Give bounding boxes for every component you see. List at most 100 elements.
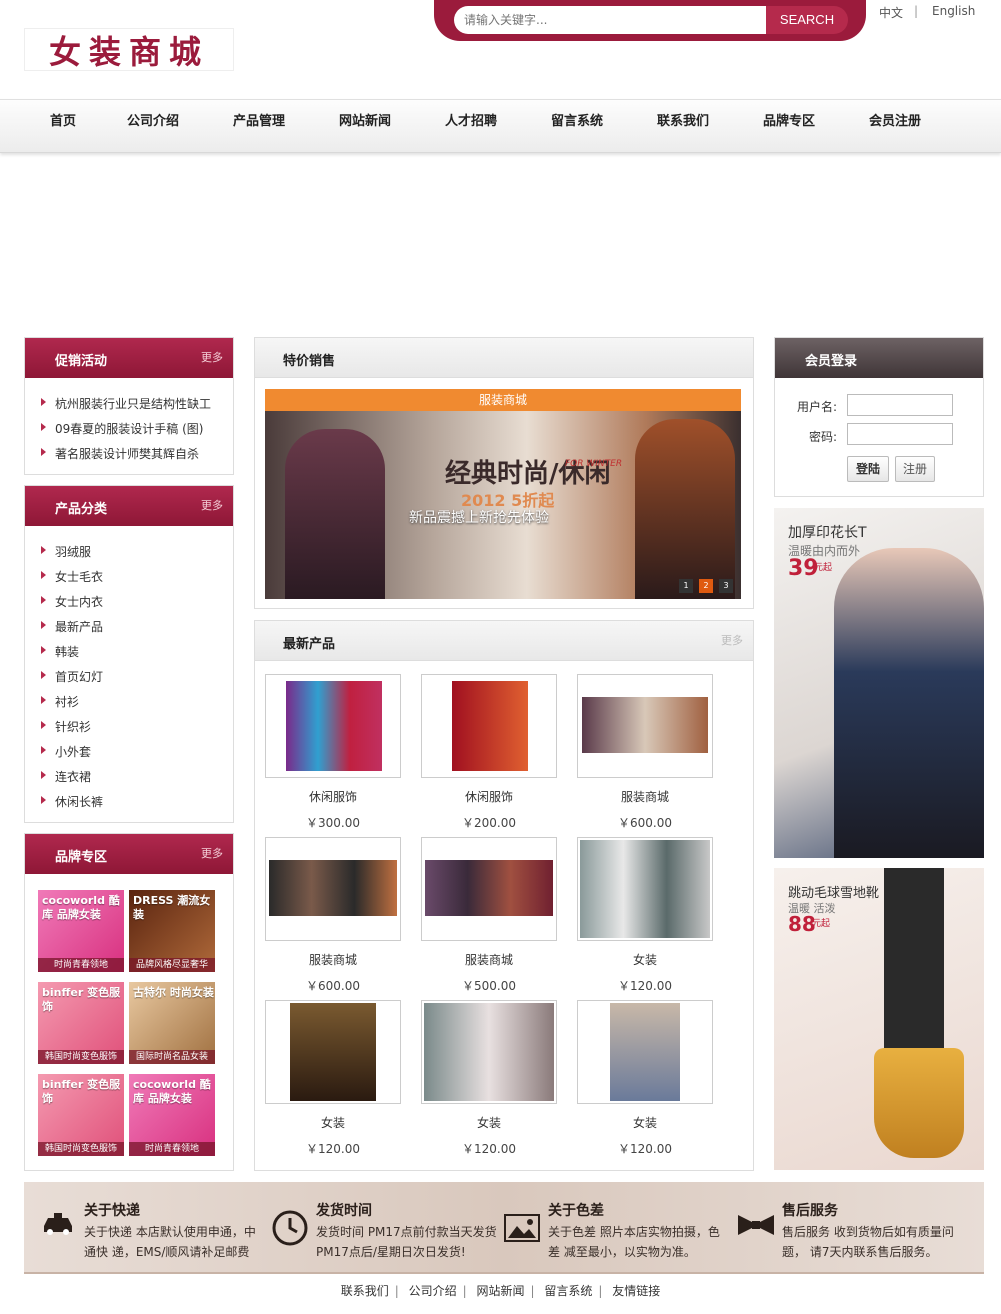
- brand-tile[interactable]: binffer 变色服饰 韩国时尚变色服饰: [38, 982, 124, 1064]
- category-item[interactable]: 韩装: [40, 643, 79, 660]
- product-card[interactable]: 女装 ￥120.00: [265, 1000, 401, 1157]
- banner-page-2[interactable]: 2: [699, 579, 713, 593]
- username-input[interactable]: [847, 394, 953, 416]
- footer-link-news[interactable]: 网站新闻: [476, 1284, 524, 1298]
- ad-banner-tshirt[interactable]: 加厚印花长T 温暖由内而外 39 元起: [774, 508, 984, 858]
- banner-tag: FOR WINTER: [565, 459, 623, 469]
- category-panel: 产品分类 更多 羽绒服 女士毛衣 女士内衣 最新产品 韩装 首页幻灯 衬衫 针织…: [24, 485, 234, 823]
- product-card[interactable]: 休闲服饰 ￥300.00: [265, 674, 401, 831]
- product-image[interactable]: [421, 1000, 557, 1104]
- promo-item[interactable]: 09春夏的服装设计手稿 (图): [40, 420, 203, 437]
- product-card[interactable]: 女装 ￥120.00: [577, 837, 713, 994]
- category-title: 产品分类: [55, 502, 108, 517]
- product-card[interactable]: 女装 ￥120.00: [421, 1000, 557, 1157]
- latest-more-link[interactable]: 更多: [721, 632, 743, 648]
- product-card[interactable]: 服装商城 ￥500.00: [421, 837, 557, 994]
- product-image[interactable]: [577, 1000, 713, 1104]
- category-item[interactable]: 女士毛衣: [40, 568, 103, 585]
- product-card[interactable]: 女装 ￥120.00: [577, 1000, 713, 1157]
- product-name[interactable]: 女装: [421, 1114, 557, 1131]
- nav-register[interactable]: 会员注册: [869, 100, 921, 154]
- product-card[interactable]: 休闲服饰 ￥200.00: [421, 674, 557, 831]
- service-desc: 发货时间 PM17点前付款当天发货 PM17点后/星期日次日发货!: [316, 1225, 497, 1259]
- product-image[interactable]: [577, 674, 713, 778]
- product-image[interactable]: [265, 837, 401, 941]
- nav-about[interactable]: 公司介绍: [127, 100, 179, 154]
- login-button[interactable]: 登陆: [847, 456, 889, 482]
- ad-banner-boots[interactable]: 跳动毛球雪地靴 温暖 活泼 88 元起: [774, 868, 984, 1170]
- product-name[interactable]: 服装商城: [265, 951, 401, 968]
- banner-page-3[interactable]: 3: [719, 579, 733, 593]
- brand-tile[interactable]: cocoworld 酷库 品牌女装 时尚青春领地: [38, 890, 124, 972]
- product-name[interactable]: 休闲服饰: [265, 788, 401, 805]
- product-image[interactable]: [577, 837, 713, 941]
- product-name[interactable]: 服装商城: [577, 788, 713, 805]
- password-input[interactable]: [847, 423, 953, 445]
- product-card[interactable]: 服装商城 ￥600.00: [265, 837, 401, 994]
- ad-boot: [874, 1048, 964, 1158]
- product-price: ￥300.00: [306, 816, 360, 830]
- search-input[interactable]: [454, 6, 766, 34]
- login-header: 会员登录: [775, 338, 983, 378]
- lang-english-link[interactable]: English: [932, 4, 975, 18]
- product-name[interactable]: 服装商城: [421, 951, 557, 968]
- nav-guestbook[interactable]: 留言系统: [551, 100, 603, 154]
- car-icon: [40, 1210, 76, 1236]
- register-button[interactable]: 注册: [895, 456, 935, 482]
- product-name[interactable]: 休闲服饰: [421, 788, 557, 805]
- search-button[interactable]: SEARCH: [766, 6, 848, 34]
- banner-slideshow[interactable]: 服装商城 经典时尚/休闲 FOR WINTER 2012 5折起 新品震撼上新抢…: [265, 389, 741, 599]
- category-item[interactable]: 羽绒服: [40, 543, 91, 560]
- footer-link-contact[interactable]: 联系我们: [341, 1284, 389, 1298]
- brand-tile-title: cocoworld 酷库 品牌女装: [133, 1078, 211, 1105]
- product-image[interactable]: [421, 674, 557, 778]
- brand-tile[interactable]: 古特尔 时尚女装 国际时尚名品女装: [129, 982, 215, 1064]
- login-panel: 会员登录 用户名: 密码: 登陆 注册: [774, 337, 984, 497]
- ad-model: [834, 548, 984, 858]
- category-item[interactable]: 小外套: [40, 743, 91, 760]
- footer-link-friends[interactable]: 友情链接: [612, 1284, 660, 1298]
- brand-more-link[interactable]: 更多: [201, 845, 223, 861]
- brand-tile-caption: 时尚青春领地: [38, 958, 124, 972]
- category-item[interactable]: 衬衫: [40, 693, 79, 710]
- site-logo[interactable]: 女装商城: [24, 28, 234, 71]
- product-card[interactable]: 服装商城 ￥600.00: [577, 674, 713, 831]
- promo-more-link[interactable]: 更多: [201, 349, 223, 365]
- brand-tile[interactable]: cocoworld 酷库 品牌女装 时尚青春领地: [129, 1074, 215, 1156]
- nav-products[interactable]: 产品管理: [233, 100, 285, 154]
- footer-link-guestbook[interactable]: 留言系统: [544, 1284, 592, 1298]
- promo-item[interactable]: 著名服装设计师樊其辉自杀: [40, 445, 199, 462]
- brand-tile-title: 古特尔 时尚女装: [133, 986, 214, 999]
- product-price: ￥600.00: [306, 979, 360, 993]
- category-item[interactable]: 针织衫: [40, 718, 91, 735]
- brand-tile[interactable]: binffer 变色服饰 韩国时尚变色服饰: [38, 1074, 124, 1156]
- nav-brands[interactable]: 品牌专区: [763, 100, 815, 154]
- special-panel: 特价销售 服装商城 经典时尚/休闲 FOR WINTER 2012 5折起 新品…: [254, 337, 754, 609]
- nav-home[interactable]: 首页: [50, 100, 76, 154]
- footer-link-about[interactable]: 公司介绍: [409, 1284, 457, 1298]
- category-item[interactable]: 连衣裙: [40, 768, 91, 785]
- category-item[interactable]: 最新产品: [40, 618, 103, 635]
- promo-item[interactable]: 杭州服装行业只是结构性缺工: [40, 395, 211, 412]
- banner-page-1[interactable]: 1: [679, 579, 693, 593]
- product-name[interactable]: 女装: [265, 1114, 401, 1131]
- category-item[interactable]: 休闲长裤: [40, 793, 103, 810]
- nav-jobs[interactable]: 人才招聘: [445, 100, 497, 154]
- product-name[interactable]: 女装: [577, 1114, 713, 1131]
- brand-tile[interactable]: DRESS 潮流女装 品牌风格尽显奢华: [129, 890, 215, 972]
- footer-separator: |: [530, 1284, 535, 1298]
- category-item[interactable]: 首页幻灯: [40, 668, 103, 685]
- nav-contact[interactable]: 联系我们: [657, 100, 709, 154]
- lang-separator: |: [914, 4, 919, 18]
- category-item[interactable]: 女士内衣: [40, 593, 103, 610]
- nav-news[interactable]: 网站新闻: [339, 100, 391, 154]
- lang-chinese-link[interactable]: 中文: [879, 4, 903, 21]
- product-image[interactable]: [421, 837, 557, 941]
- banner-slogan: 新品震撼上新抢先体验: [409, 510, 549, 526]
- category-more-link[interactable]: 更多: [201, 497, 223, 513]
- service-shipping: 关于快递 关于快递 本店默认使用申通，中通快 递，EMS/顺风请补足邮费: [40, 1200, 260, 1262]
- promo-title: 促销活动: [55, 354, 108, 369]
- product-image[interactable]: [265, 1000, 401, 1104]
- product-name[interactable]: 女装: [577, 951, 713, 968]
- product-image[interactable]: [265, 674, 401, 778]
